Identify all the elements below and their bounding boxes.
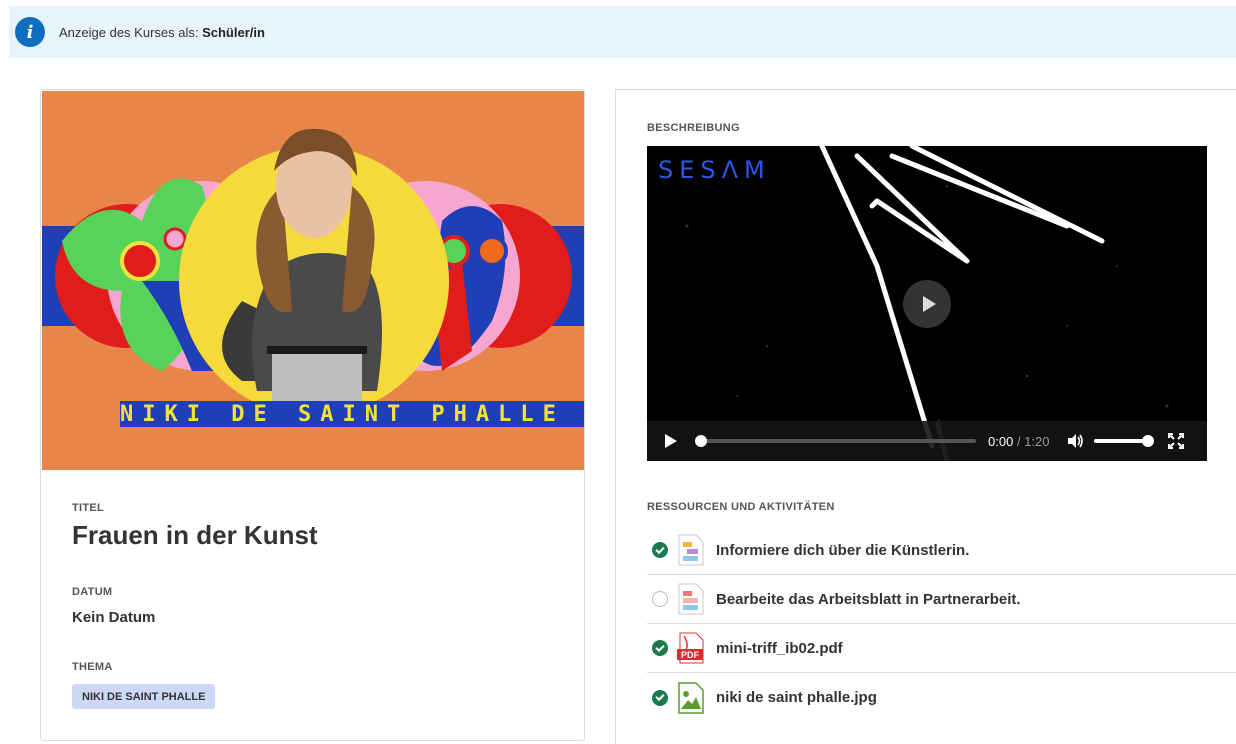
resources-list: Informiere dich über die Künstlerin. Bea… (647, 526, 1236, 722)
assignment-icon (678, 583, 704, 615)
play-icon[interactable] (665, 434, 677, 448)
title-label: TITEL (72, 502, 105, 514)
topic-label: THEMA (72, 661, 113, 673)
list-item[interactable]: niki de saint phalle.jpg (647, 673, 1236, 722)
view-as-text: Anzeige des Kurses als: Schüler/in (59, 25, 265, 40)
volume-icon[interactable] (1066, 432, 1084, 450)
video-controls: 0:00 / 1:20 (647, 421, 1207, 461)
topic-tag[interactable]: NIKI DE SAINT PHALLE (72, 684, 216, 709)
course-date: Kein Datum (72, 609, 156, 626)
time-separator: / (1016, 433, 1021, 449)
svg-text:PDF: PDF (681, 650, 700, 660)
video-play-overlay-button[interactable] (903, 280, 951, 328)
info-banner: i Anzeige des Kurses als: Schüler/in (9, 6, 1236, 58)
completed-check-icon[interactable] (652, 542, 668, 558)
completed-check-icon[interactable] (652, 640, 668, 656)
view-as-prefix: Anzeige des Kurses als: (59, 24, 199, 40)
resource-name[interactable]: niki de saint phalle.jpg (716, 689, 877, 706)
description-card: BESCHREIBUNG SESΛM 0:00 / 1:20 RESSOURCE… (615, 89, 1236, 744)
video-player[interactable]: SESΛM 0:00 / 1:20 (647, 146, 1207, 461)
hero-caption-text: NIKI DE SAINT PHALLE (120, 401, 565, 427)
image-icon (678, 681, 704, 714)
resources-label: RESSOURCEN UND AKTIVITÄTEN (647, 501, 835, 513)
duration: 1:20 (1024, 433, 1050, 449)
course-title: Frauen in der Kunst (72, 520, 318, 550)
resource-name[interactable]: Informiere dich über die Künstlerin. (716, 542, 969, 559)
info-icon: i (15, 17, 45, 47)
list-item[interactable]: Bearbeite das Arbeitsblatt in Partnerarb… (647, 575, 1236, 624)
current-time: 0:00 (988, 433, 1014, 449)
fullscreen-icon[interactable] (1167, 433, 1184, 449)
volume-slider[interactable] (1093, 435, 1154, 447)
pdf-icon: PDF (677, 632, 704, 664)
list-item[interactable]: PDF mini-triff_ib02.pdf (647, 624, 1236, 673)
incomplete-check-icon[interactable] (652, 591, 668, 607)
page-icon (678, 534, 704, 566)
resource-name[interactable]: Bearbeite das Arbeitsblatt in Partnerarb… (716, 591, 1021, 608)
seek-bar[interactable] (695, 435, 976, 447)
list-item[interactable]: Informiere dich über die Künstlerin. (647, 526, 1236, 575)
video-logo: SESΛM (658, 156, 771, 184)
resource-name[interactable]: mini-triff_ib02.pdf (716, 640, 843, 657)
description-label: BESCHREIBUNG (647, 122, 740, 134)
seek-handle[interactable] (695, 435, 707, 447)
video-time: 0:00 / 1:20 (988, 434, 1050, 449)
course-hero-image[interactable]: NIKI DE SAINT PHALLE (42, 91, 584, 470)
volume-handle[interactable] (1141, 435, 1154, 447)
course-card: NIKI DE SAINT PHALLE TITEL Frauen in der… (40, 89, 585, 741)
view-as-role: Schüler/in (202, 24, 265, 40)
date-label: DATUM (72, 586, 113, 598)
completed-check-icon[interactable] (652, 689, 668, 706)
hero-caption: NIKI DE SAINT PHALLE (120, 401, 584, 427)
